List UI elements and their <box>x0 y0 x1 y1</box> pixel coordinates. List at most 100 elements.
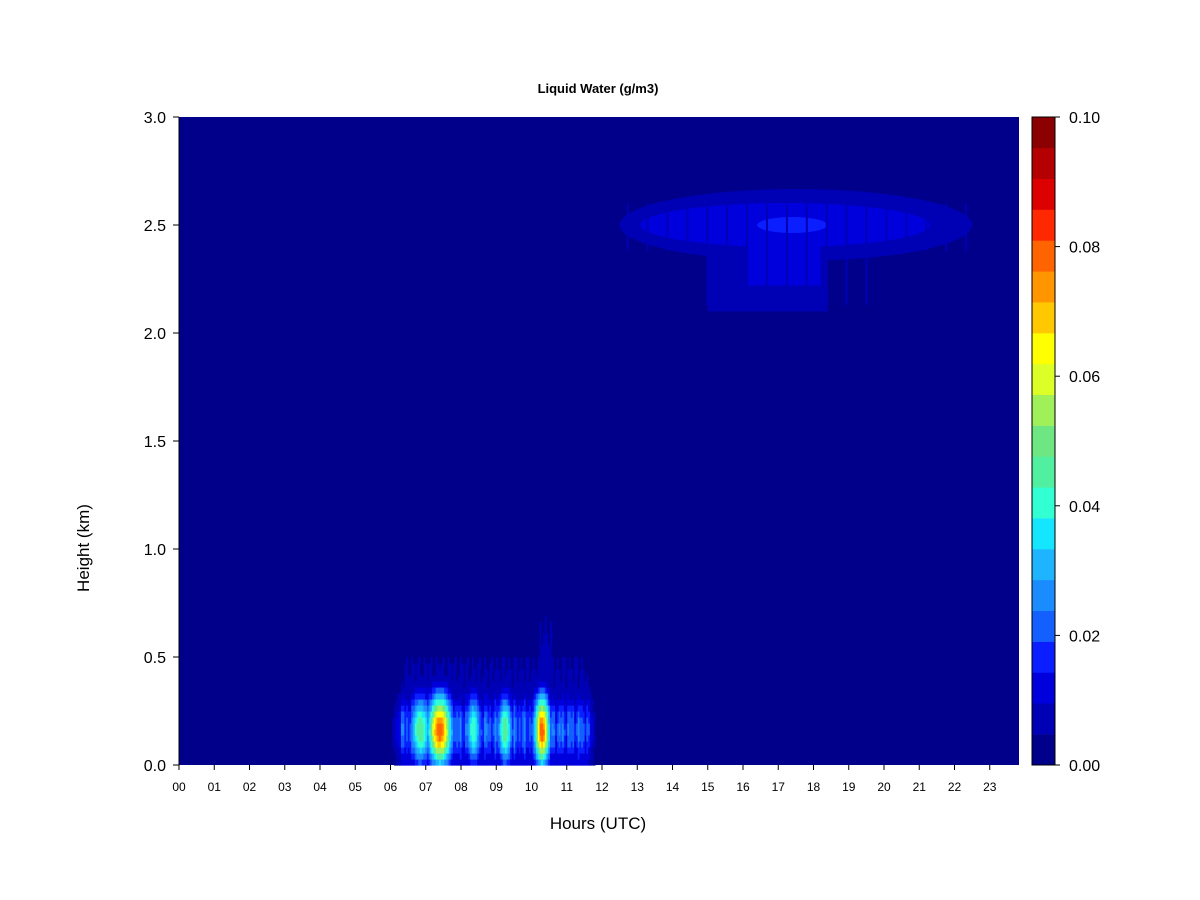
heat-cell <box>551 669 555 676</box>
heat-cell <box>593 711 596 718</box>
x-tick-label: 06 <box>384 780 398 794</box>
heat-cell <box>527 663 530 670</box>
heat-cell <box>520 645 523 652</box>
heat-cell <box>400 663 404 670</box>
heat-cell <box>520 639 523 646</box>
heat-cell <box>591 693 594 700</box>
colorbar-segment <box>1032 456 1055 488</box>
heat-cell <box>484 639 487 646</box>
heat-cell <box>449 663 452 670</box>
heat-cell <box>485 657 489 664</box>
heat-cell <box>449 669 452 676</box>
heat-cell <box>546 627 549 634</box>
heat-cell <box>593 741 596 748</box>
heat-cell <box>461 669 464 676</box>
colorbar-segment <box>1032 579 1055 612</box>
heat-cell <box>466 639 470 646</box>
heat-cell <box>485 651 489 658</box>
colorbar-tick-label: 0.02 <box>1069 628 1100 645</box>
heat-cell <box>556 651 560 658</box>
colorbar-segment <box>1032 147 1055 180</box>
colorbar-tick-label: 0.06 <box>1069 369 1100 386</box>
heat-cell <box>418 651 421 658</box>
heat-cell <box>400 669 404 676</box>
heat-cell <box>569 639 572 646</box>
heat-cell <box>563 651 567 658</box>
heat-cell <box>485 669 489 676</box>
heat-cell <box>522 657 525 664</box>
heat-cell <box>527 651 530 658</box>
heat-cell <box>805 203 808 305</box>
heat-cell <box>413 663 416 670</box>
heat-cell <box>430 663 433 670</box>
x-tick-label: 20 <box>877 780 891 794</box>
heat-cell <box>746 203 749 305</box>
heat-cell <box>726 203 729 305</box>
heat-cell <box>556 639 560 646</box>
heat-cell <box>466 657 470 664</box>
heat-cell <box>593 747 596 754</box>
heat-cell <box>544 603 548 610</box>
heat-cell <box>473 651 477 658</box>
heat-cell <box>551 645 555 652</box>
heat-cell <box>825 203 828 305</box>
colorbar-tick-label: 0.10 <box>1069 110 1100 127</box>
colorbar-segment <box>1032 734 1055 766</box>
heat-cell <box>491 645 494 652</box>
heat-cell <box>534 669 537 676</box>
x-tick-label: 05 <box>349 780 363 794</box>
x-tick-label: 04 <box>313 780 327 794</box>
heat-cell <box>449 657 452 664</box>
heat-cell <box>484 645 487 652</box>
heat-cell <box>471 645 475 652</box>
x-tick-label: 14 <box>666 780 680 794</box>
colorbar-segment <box>1032 549 1055 581</box>
x-tick-label: 10 <box>525 780 539 794</box>
heat-cell <box>593 735 596 742</box>
colorbar-segment <box>1032 209 1055 241</box>
heat-cell <box>549 609 553 616</box>
heat-cell <box>466 645 470 652</box>
heat-cell <box>544 597 548 604</box>
colorbar-segment <box>1032 610 1055 642</box>
heat-cell <box>442 645 445 652</box>
heat-cell <box>478 663 482 670</box>
heat-cell <box>785 203 788 305</box>
heat-cell <box>485 663 489 670</box>
heat-cell <box>666 203 669 251</box>
heat-cell <box>558 669 561 676</box>
heat-cell <box>496 645 499 652</box>
colorbar-segment <box>1032 302 1055 334</box>
heat-cell <box>582 663 586 670</box>
heat-cell <box>430 639 433 646</box>
x-tick-label: 19 <box>842 780 856 794</box>
heat-cell <box>539 615 542 622</box>
x-tick-label: 08 <box>454 780 468 794</box>
heat-cell <box>588 687 591 694</box>
heat-cell <box>442 657 445 664</box>
x-tick-label: 01 <box>208 780 222 794</box>
heat-cell <box>508 645 511 652</box>
heat-cell <box>885 203 888 251</box>
colorbar-tick-label: 0.04 <box>1069 499 1100 516</box>
heat-cell <box>491 663 494 670</box>
x-tick-label: 13 <box>631 780 645 794</box>
colorbar-ticks: 0.00 0.02 0.04 0.06 0.08 0.10 <box>1055 110 1100 775</box>
heat-cell <box>418 657 421 664</box>
x-axis-label: Hours (UTC) <box>550 814 646 833</box>
x-axis-ticks: 00 01 02 03 04 05 06 07 08 09 10 11 12 13 14 15 16 17 18 19… <box>172 765 997 794</box>
heat-cell <box>406 657 409 664</box>
heat-cell <box>546 615 549 622</box>
heat-cell <box>515 651 518 658</box>
heat-cell <box>425 663 428 670</box>
heat-cell <box>549 621 553 628</box>
heat-cell <box>570 669 574 676</box>
y-tick-label: 2.5 <box>144 218 166 235</box>
heat-cell <box>905 203 908 251</box>
x-tick-label: 07 <box>419 780 433 794</box>
colorbar-segment <box>1032 240 1055 272</box>
heat-cell <box>437 657 440 664</box>
y-tick-label: 2.0 <box>144 326 166 343</box>
heat-cell <box>551 651 555 658</box>
heat-cell <box>575 645 579 652</box>
